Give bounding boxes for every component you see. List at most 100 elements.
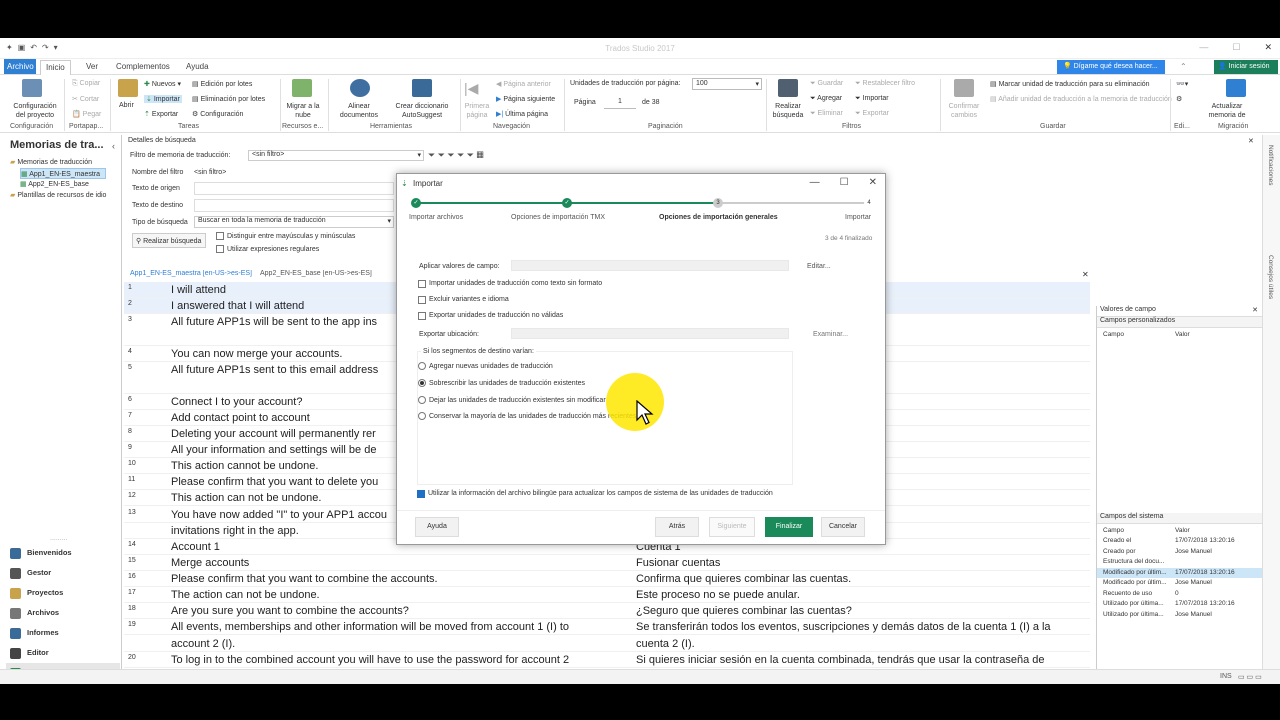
splitter-handle[interactable]: ......... [50,535,68,542]
notifications-tab[interactable]: Notificaciones [1267,145,1274,185]
collapse-ribbon-icon[interactable]: ⌃ [1180,62,1187,71]
target-cell[interactable]: Fusionar cuentas [636,555,1076,571]
target-cell[interactable]: Si quieres iniciar sesión en la cuenta c… [636,652,1076,668]
minimize-icon[interactable]: — [1199,42,1208,53]
page-number-input[interactable]: 1 [604,97,636,109]
nav-reports[interactable]: Informes [6,623,120,643]
cut-button[interactable]: ✂ Cortar [72,95,99,103]
new-button[interactable]: ✚ Nuevos ▾ [144,80,181,88]
option-recent-radio[interactable] [418,412,426,420]
option-overwrite-radio[interactable] [418,379,426,387]
next-page-button[interactable]: ▶ Página siguiente [496,95,555,103]
tab-addons[interactable]: Complementos [116,62,170,71]
edit-fields-button[interactable]: Editar... [807,263,831,270]
reset-filter-button[interactable]: ⏷ Restablecer filtro [855,80,915,88]
find-icon[interactable]: 👓▾ [1176,80,1188,88]
source-text-input[interactable] [194,182,394,195]
dialog-minimize-icon[interactable]: — [810,177,820,188]
units-per-page-select[interactable]: 100 ▾ [692,78,762,90]
pane-close-icon[interactable]: ✕ [1248,137,1254,145]
close-icon[interactable]: ✕ [1264,42,1272,53]
target-cell[interactable]: ¿Seguro que quieres combinar las cuentas… [636,603,1076,619]
table-row[interactable]: 17 The action can not be undone. Este proc… [124,587,1090,603]
finish-button[interactable]: Finalizar [765,517,813,537]
tab-home[interactable]: Inicio [40,60,71,76]
copy-button[interactable]: ⎘ Copiar [72,80,100,88]
mark-delete-button[interactable]: ▤ Marcar unidad de traducción para su el… [990,80,1150,88]
add-filter-button[interactable]: ⏷ Agregar [810,95,842,103]
useful-tips-tab[interactable]: Consejos útiles [1267,255,1274,299]
filter-select[interactable]: <sin filtro> ▾ [248,150,424,161]
table-row[interactable]: 15 Merge accounts Fusionar cuentas [124,555,1090,571]
dialog-close-icon[interactable]: ✕ [869,177,877,188]
tree-item-app1[interactable]: ▦ App1_EN-ES_maestra [20,168,107,179]
migrate-cloud-button[interactable]: Migrar a la nube [286,102,320,120]
replace-icon[interactable]: ⚙ [1176,95,1182,103]
next-button[interactable]: Siguiente [709,517,755,537]
source-cell[interactable]: All events, memberships and other inform… [171,619,631,635]
system-field-row[interactable]: Creado el 17/07/2018 13:20:16 [1097,536,1262,547]
nav-editor[interactable]: Editor [6,643,120,663]
first-page-button[interactable]: Primera página [462,102,492,120]
project-settings-button[interactable]: Configuración del proyecto [8,102,62,120]
do-search-button[interactable]: ⚲ Realizar búsqueda [132,233,206,248]
batch-delete-button[interactable]: ▤ Eliminación por lotes [192,95,265,103]
help-button[interactable]: Ayuda [415,517,459,537]
import-plain-checkbox[interactable] [418,280,426,288]
align-documents-button[interactable]: Alinear documentos [334,102,384,120]
settings-button[interactable]: ⚙ Configuración [192,110,243,118]
pane-close-icon[interactable]: ✕ [1252,306,1258,314]
option-keep-radio[interactable] [418,396,426,404]
batch-edit-button[interactable]: ▤ Edición por lotes [192,80,252,88]
match-case-checkbox[interactable] [216,232,224,240]
source-cell[interactable]: The action can not be undone. [171,587,631,603]
tree-item-app2[interactable]: ▦ App2_EN-ES_base [20,179,106,190]
export-button[interactable]: ⇡ Exportar [144,110,178,118]
exclude-variants-checkbox[interactable] [418,296,426,304]
browse-button[interactable]: Examinar... [813,331,848,338]
table-row[interactable]: 20 To log in to the combined account you … [124,652,1090,668]
tree-root-tm[interactable]: ▰ Memorias de traducción [10,157,106,168]
source-cell[interactable]: account 2 (I). [171,636,631,652]
last-page-button[interactable]: ▶| Última página [496,110,548,118]
nav-projects[interactable]: Proyectos [6,583,120,603]
option-add-radio[interactable] [418,362,426,370]
system-field-row[interactable]: Estructura del docu... [1097,557,1262,568]
apply-fields-input[interactable] [511,260,789,271]
dialog-maximize-icon[interactable]: ☐ [840,177,849,188]
source-cell[interactable]: To log in to the combined account you wi… [171,652,631,668]
target-cell[interactable]: Confirma que quieres combinar las cuenta… [636,571,1076,587]
table-row[interactable]: 18 Are you sure you want to combine the a… [124,603,1090,619]
target-text-input[interactable] [194,199,394,212]
source-cell[interactable]: Are you sure you want to combine the acc… [171,603,631,619]
system-field-row[interactable]: Modificado por últim... 17/07/2018 13:20:… [1097,567,1262,578]
import-button[interactable]: ⇣ Importar [144,95,182,103]
do-search-ribbon-button[interactable]: Realizar búsqueda [770,102,806,120]
source-cell[interactable]: Merge accounts [171,555,631,571]
tab-view[interactable]: Ver [86,62,98,71]
export-invalid-checkbox[interactable] [418,312,426,320]
target-cell[interactable]: cuenta 2 (I). [636,636,1076,652]
save-filter-button[interactable]: ⏷ Guardar [810,80,843,88]
add-unit-button[interactable]: ▤ Añadir unidad de traducción a la memor… [990,95,1172,103]
cancel-button[interactable]: Cancelar [821,517,865,537]
search-type-select[interactable]: Buscar en toda la memoria de traducción ▾ [194,216,394,228]
update-tm-button[interactable]: Actualizar memoria de traducción [1198,102,1256,120]
tree-root-templates[interactable]: ▰ Plantillas de recursos de idio [10,190,106,201]
target-cell[interactable]: Se transferirán todos los eventos, suscr… [636,619,1076,635]
table-row[interactable]: 19baccount 2 (I).cuenta 2 (I). [124,636,1090,652]
source-cell[interactable]: Please confirm that you want to combine … [171,571,631,587]
system-field-row[interactable]: Modificado por últim... Jose Manuel [1097,578,1262,589]
regex-checkbox[interactable] [216,245,224,253]
tab-file[interactable]: Archivo [4,59,36,74]
import-filter-button[interactable]: ⏷ Importar [855,95,889,103]
grid-tab-app1[interactable]: App1_EN-ES_maestra [en-US->es-ES] [130,270,252,277]
grid-tab-app2[interactable]: App2_EN-ES_base [en-US->es-ES] [260,270,372,277]
collapse-pane-icon[interactable]: ‹ [112,141,115,151]
tell-me-search[interactable]: 💡 Dígame qué desea hacer... [1057,60,1165,74]
system-field-row[interactable]: Recuento de uso 0 [1097,589,1262,600]
confirm-changes-button[interactable]: Confirmar cambios [944,102,984,120]
delete-filter-button[interactable]: ⏷ Eliminar [810,110,843,118]
back-button[interactable]: Atrás [655,517,699,537]
nav-manager[interactable]: Gestor [6,563,120,583]
